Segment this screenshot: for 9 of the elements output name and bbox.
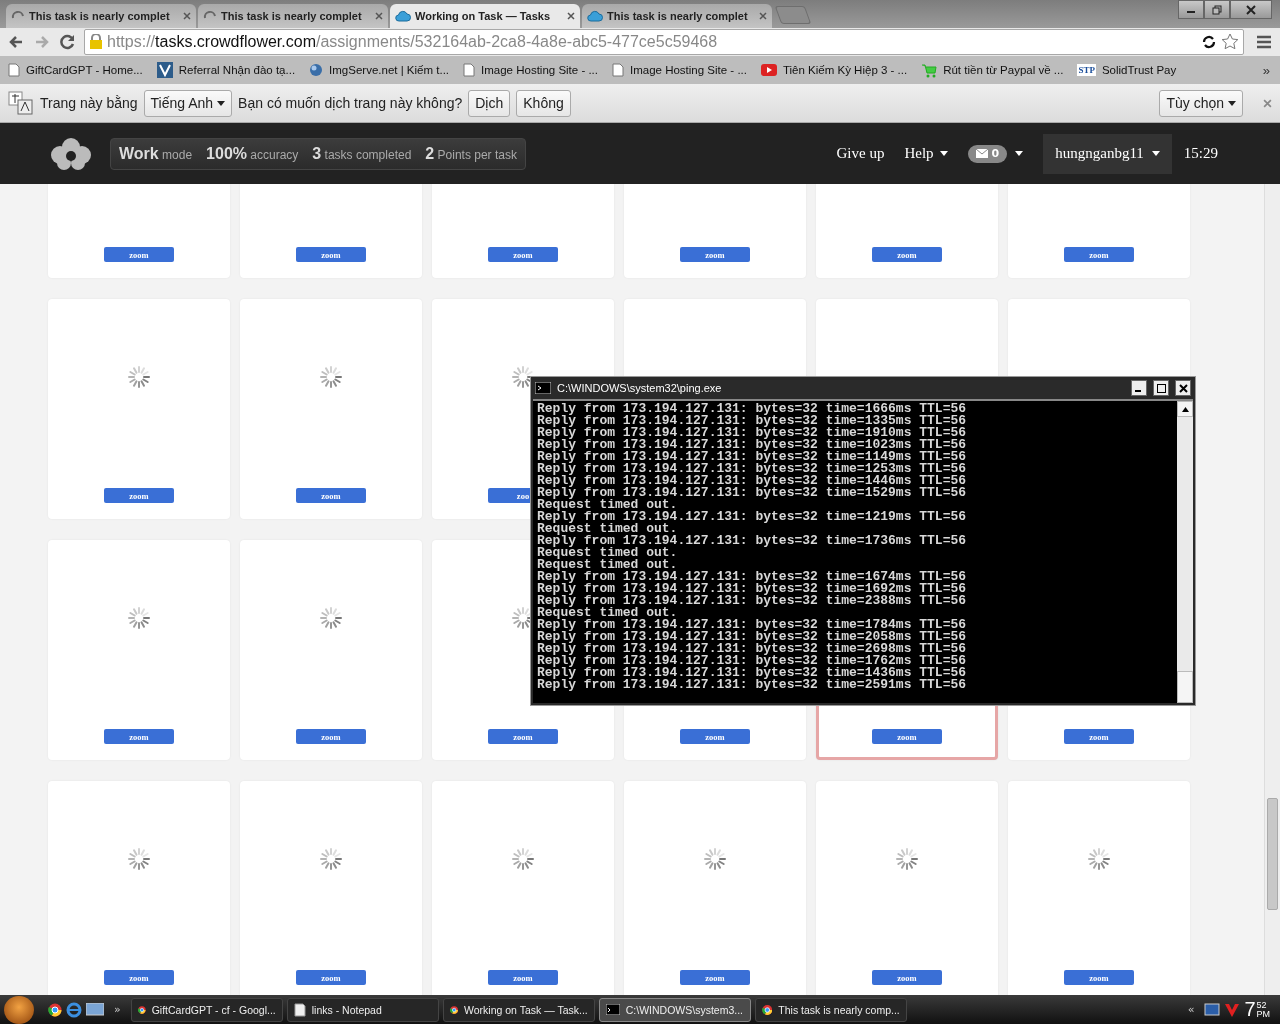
stat-text: Work mode [119, 144, 193, 163]
clock-text: 15:29 [1183, 145, 1218, 162]
translate-question: Bạn có muốn dịch trang này không? [238, 95, 463, 111]
stp-logo: STP [1077, 64, 1096, 76]
stat-text: 2 Points per task [425, 144, 517, 163]
stat-text: 100% accuracy [206, 144, 299, 163]
console-line: Request timed out. [537, 523, 678, 535]
stat-text: 3 tasks completed [312, 144, 412, 163]
translate-prompt: Trang này bằng [40, 95, 138, 111]
